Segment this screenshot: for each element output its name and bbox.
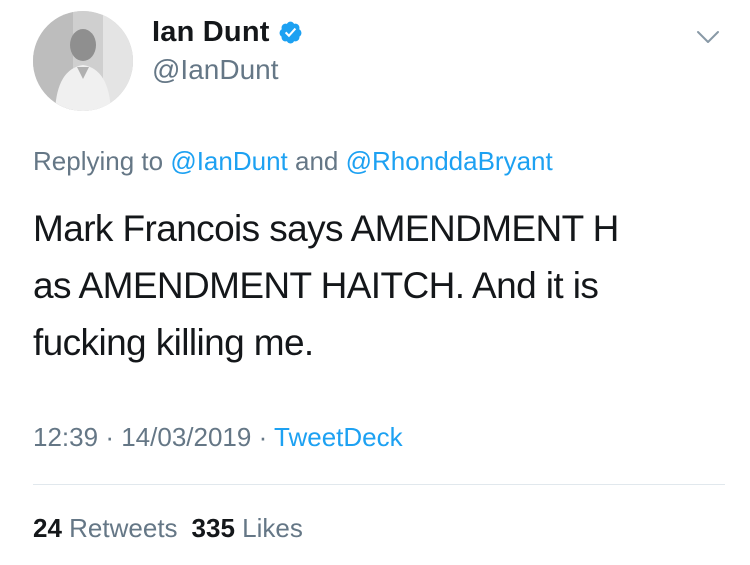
replying-to-connector: and: [295, 146, 339, 176]
tweet-metadata: 12:39 · 14/03/2019 · TweetDeck: [33, 422, 403, 453]
verified-badge-icon: [278, 20, 303, 45]
tweet-source-link[interactable]: TweetDeck: [274, 422, 403, 452]
tweet-text-line: as AMENDMENT HAITCH. And it is: [33, 265, 599, 306]
replying-to-label: Replying to: [33, 146, 164, 176]
retweets-label: Retweets: [69, 513, 178, 543]
mention-link[interactable]: @IanDunt: [170, 146, 287, 176]
tweet-detail: Ian Dunt @IanDunt Replying to @IanDunt a…: [0, 0, 750, 565]
mention-link[interactable]: @RhonddaBryant: [346, 146, 553, 176]
likes-count: 335: [191, 513, 235, 543]
likes-stat[interactable]: 335 Likes: [192, 513, 303, 543]
author-handle[interactable]: @IanDunt: [152, 54, 279, 86]
avatar[interactable]: [33, 11, 133, 111]
meta-separator: ·: [105, 422, 114, 452]
meta-separator: ·: [258, 422, 268, 452]
avatar-photo: [33, 11, 133, 111]
tweet-text-line: fucking killing me.: [33, 322, 314, 363]
likes-label: Likes: [242, 513, 303, 543]
author-name-row: Ian Dunt: [152, 16, 303, 49]
retweets-stat[interactable]: 24 Retweets: [33, 513, 178, 543]
divider: [33, 484, 725, 485]
retweets-count: 24: [33, 513, 62, 543]
display-name[interactable]: Ian Dunt: [152, 16, 270, 49]
tweet-text: Mark Francois says AMENDMENT H as AMENDM…: [33, 200, 713, 371]
tweet-text-line: Mark Francois says AMENDMENT H: [33, 208, 619, 249]
chevron-down-icon[interactable]: [695, 24, 721, 50]
tweet-time[interactable]: 12:39: [33, 422, 98, 452]
engagement-stats: 24 Retweets 335 Likes: [33, 513, 303, 544]
tweet-date[interactable]: 14/03/2019: [121, 422, 251, 452]
replying-to-line: Replying to @IanDunt and @RhonddaBryant: [33, 146, 553, 177]
